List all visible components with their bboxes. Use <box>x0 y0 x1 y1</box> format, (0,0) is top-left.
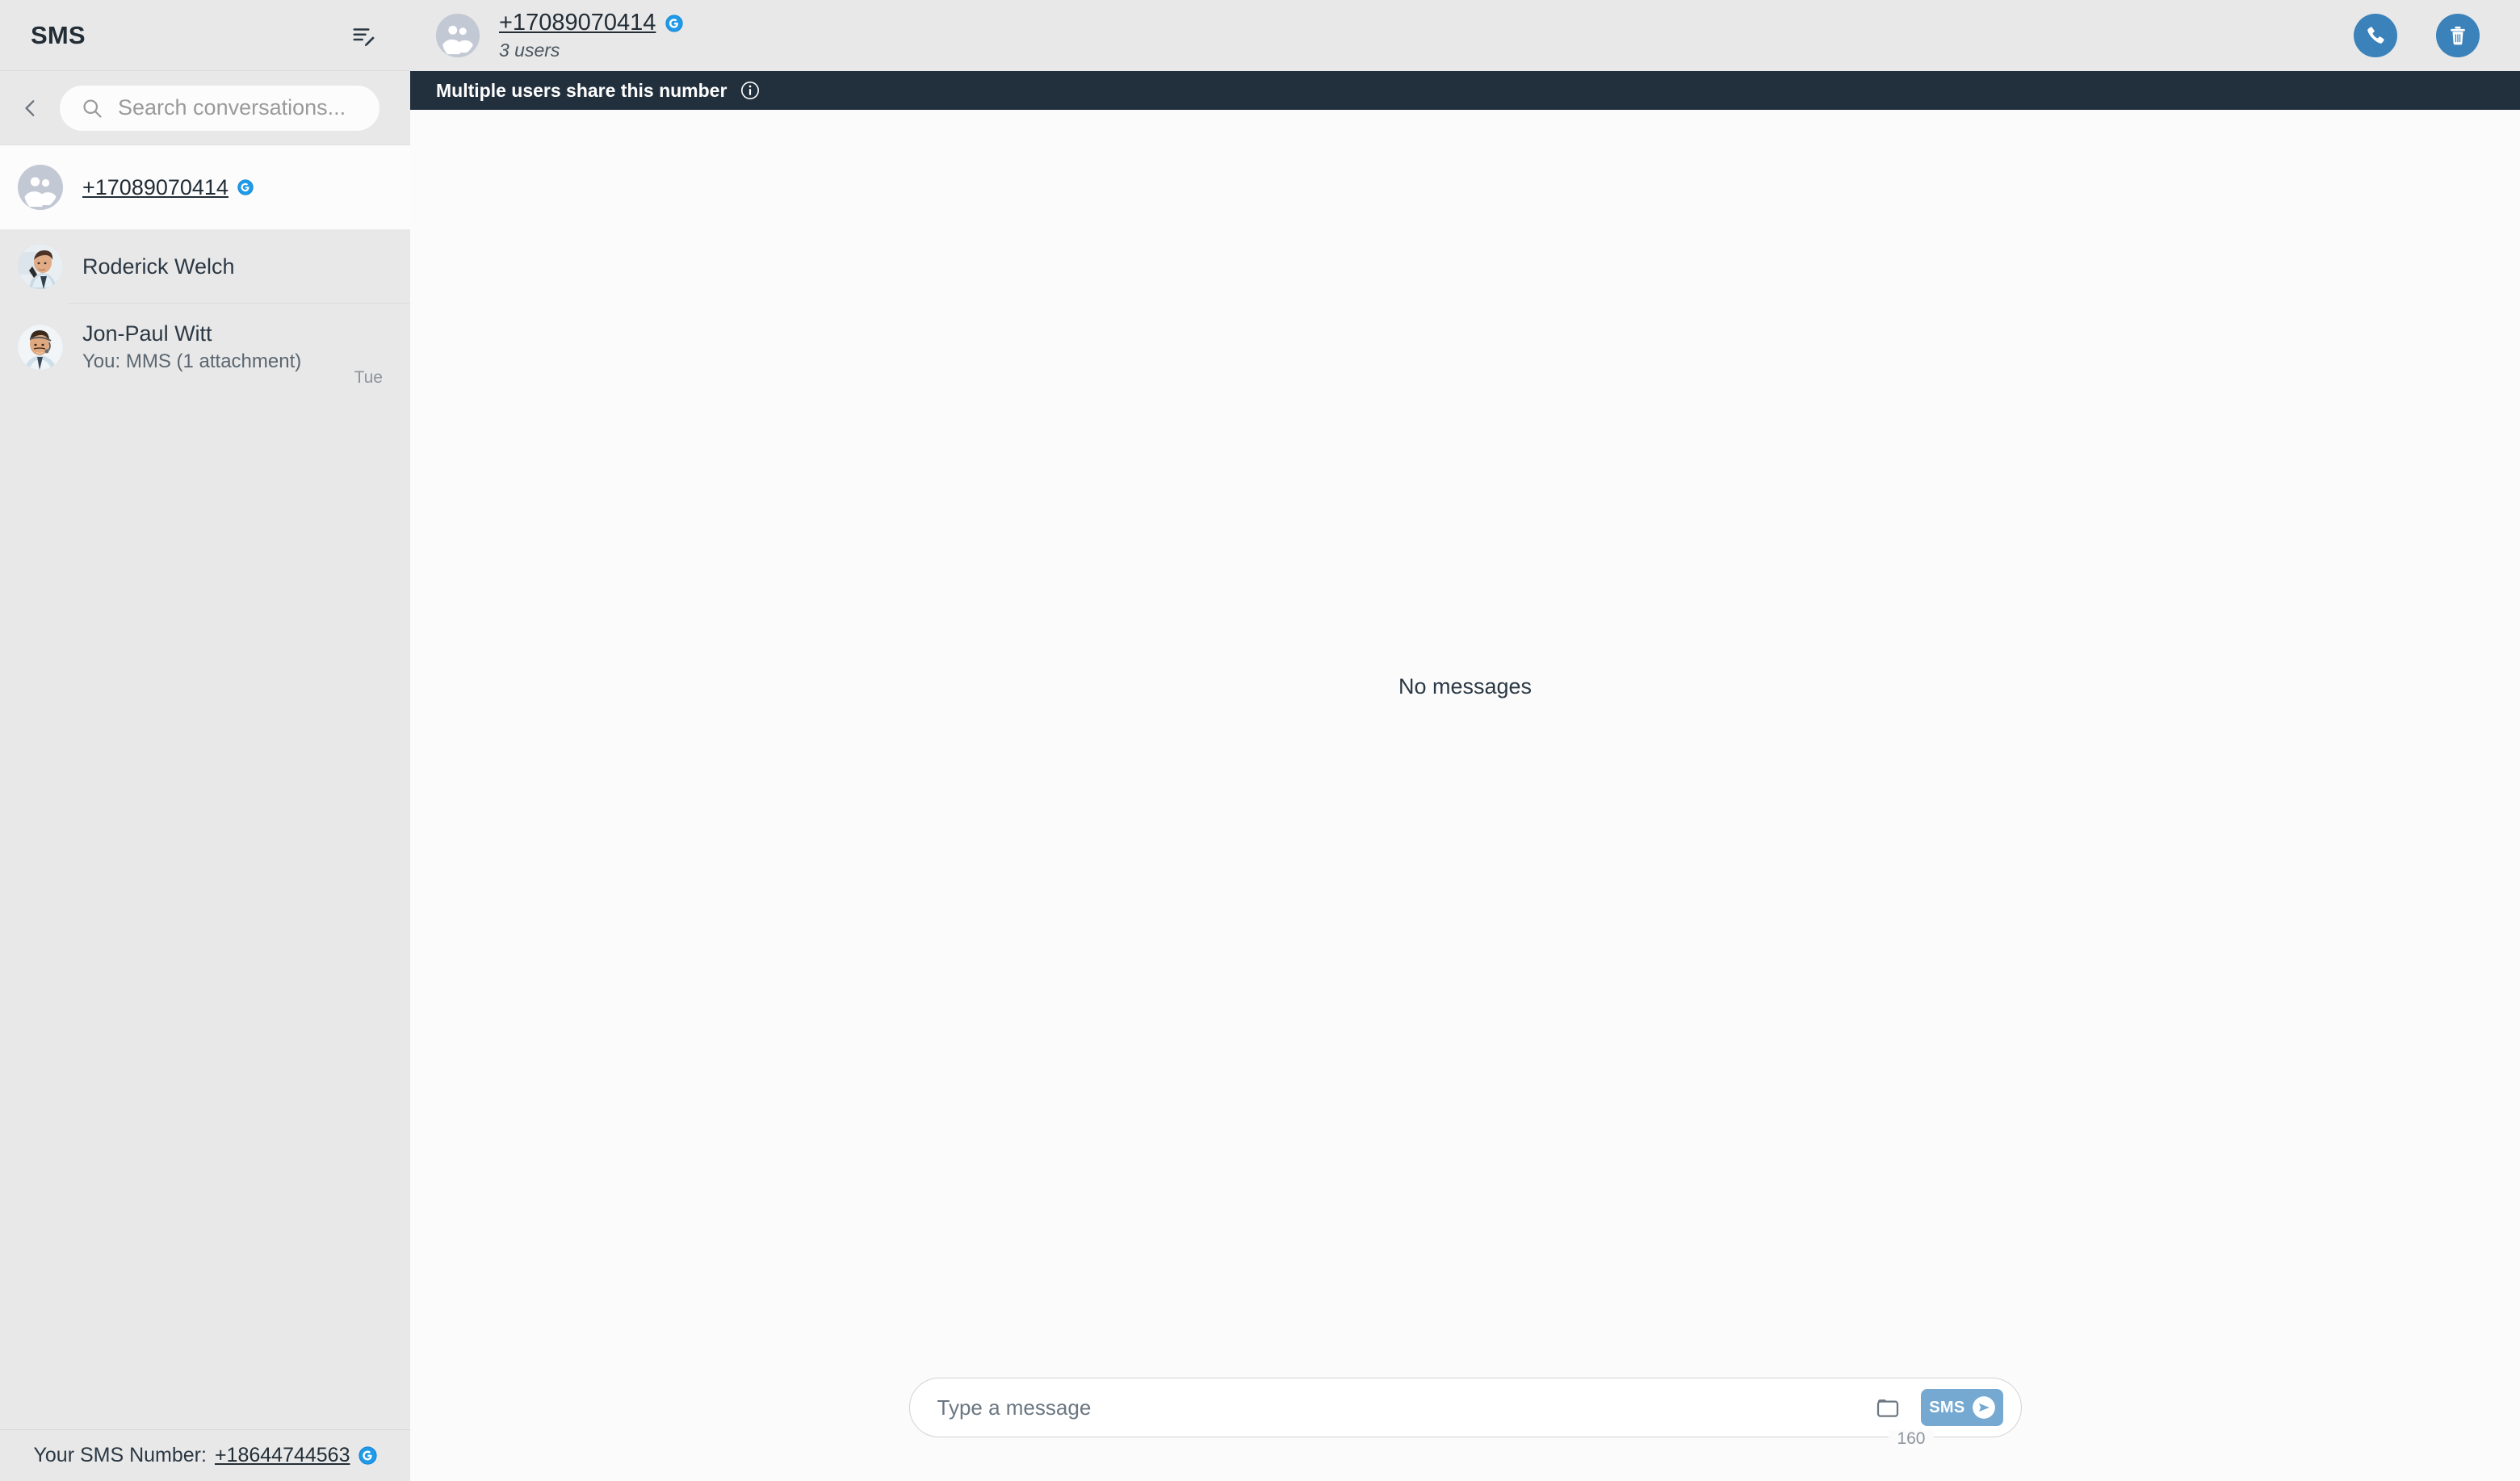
message-thread: No messages <box>410 110 2520 1360</box>
shared-number-notice: Multiple users share this number <box>410 71 2520 110</box>
message-input[interactable] <box>937 1378 1855 1437</box>
conversation-number[interactable]: +17089070414 <box>499 10 656 36</box>
send-button-label: SMS <box>1929 1398 1965 1416</box>
list-item-title-row: +17089070414 <box>82 175 383 200</box>
conversation-header: +17089070414 3 users <box>410 0 2520 71</box>
conversation-subtitle: 3 users <box>499 40 560 61</box>
list-item-name: Roderick Welch <box>82 254 235 279</box>
search-input[interactable] <box>118 85 359 131</box>
avatar <box>18 244 63 289</box>
avatar <box>18 325 63 370</box>
sms-app: SMS Search conversations... +17089070414… <box>0 0 2520 1481</box>
composer-area: SMS 160 <box>410 1360 2520 1481</box>
conversation-header-title-row: +17089070414 <box>499 10 2334 36</box>
search-box[interactable] <box>60 85 379 131</box>
avatar <box>18 165 63 210</box>
sidebar-header: SMS <box>0 0 410 71</box>
list-item[interactable]: Jon-Paul Witt You: MMS (1 attachment) Tu… <box>0 304 410 391</box>
conversation-header-info: +17089070414 3 users <box>499 10 2334 61</box>
sms-number-label: Your SMS Number: <box>33 1444 207 1466</box>
page-title: SMS <box>31 20 86 49</box>
g-badge-icon <box>665 14 683 32</box>
g-badge-icon <box>358 1446 377 1465</box>
sms-number-value[interactable]: +18644744563 <box>215 1444 350 1467</box>
list-item-body: Jon-Paul Witt You: MMS (1 attachment) <box>82 321 335 373</box>
list-item[interactable]: +17089070414 <box>0 145 410 229</box>
character-counter: 160 <box>1889 1430 1934 1447</box>
send-button[interactable]: SMS <box>1921 1389 2003 1426</box>
list-item-preview: You: MMS (1 attachment) <box>82 350 302 372</box>
list-item-title-row: Roderick Welch <box>82 254 383 279</box>
message-composer: SMS 160 <box>908 1378 2022 1447</box>
list-item[interactable]: Roderick Welch <box>0 229 410 304</box>
send-arrow-icon <box>1971 1395 1997 1420</box>
conversation-panel: +17089070414 3 users Multiple users shar… <box>410 0 2520 1481</box>
attachment-folder-icon[interactable] <box>1869 1389 1906 1426</box>
search-row <box>0 71 410 145</box>
chevron-left-icon[interactable] <box>15 92 47 124</box>
conversations-sidebar: SMS Search conversations... +17089070414… <box>0 0 410 1481</box>
list-item-body: Roderick Welch <box>82 254 383 279</box>
list-item-body: +17089070414 <box>82 175 383 200</box>
list-item-name[interactable]: +17089070414 <box>82 175 229 200</box>
search-icon <box>81 97 103 120</box>
g-badge-icon <box>237 179 254 195</box>
info-icon[interactable] <box>740 80 761 101</box>
list-item-name: Jon-Paul Witt <box>82 321 212 346</box>
notice-text: Multiple users share this number <box>436 79 727 101</box>
conversation-list[interactable]: +17089070414 Roderick Welch Jon-Paul Wit… <box>0 145 410 1429</box>
list-item-title-row: Jon-Paul Witt <box>82 321 335 346</box>
empty-state-text: No messages <box>1398 673 1533 699</box>
list-item-timestamp: Tue <box>354 368 383 387</box>
delete-button[interactable] <box>2436 14 2480 57</box>
conversation-header-actions <box>2354 14 2480 57</box>
sidebar-footer: Your SMS Number: +18644744563 <box>0 1429 410 1481</box>
call-button[interactable] <box>2354 14 2397 57</box>
compose-icon[interactable] <box>347 19 379 52</box>
avatar <box>436 14 480 57</box>
